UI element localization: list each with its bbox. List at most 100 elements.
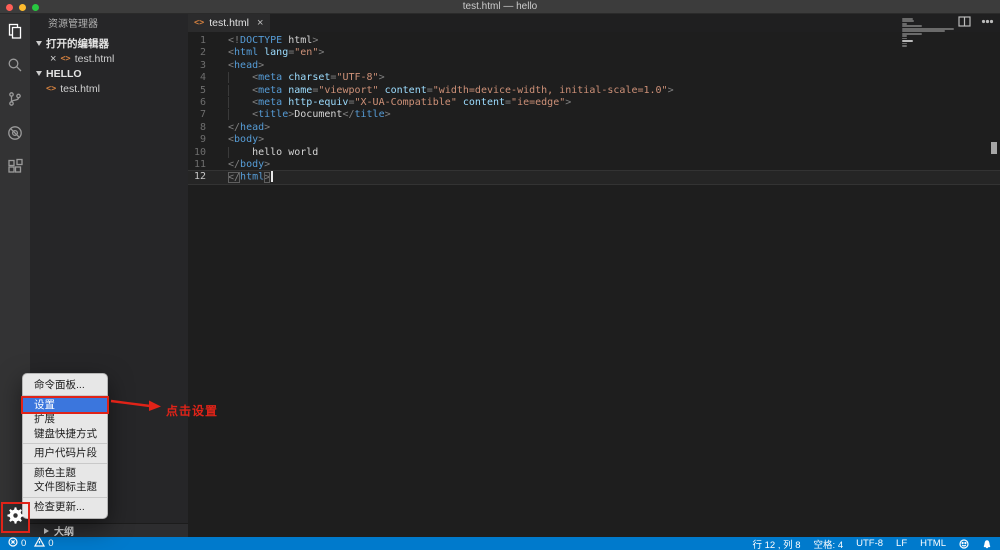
code-line-9[interactable]: 9<body> [188, 134, 1000, 146]
encoding-status[interactable]: UTF-8 [856, 538, 883, 549]
line-number: 8 [188, 122, 215, 134]
chevron-down-icon [36, 41, 42, 46]
line-number: 3 [188, 60, 215, 72]
html-file-icon: <> [194, 18, 204, 28]
indentation-status[interactable]: 空格: 4 [814, 537, 844, 550]
chevron-right-icon [44, 528, 49, 534]
code-line-10[interactable]: 10 hello world [188, 147, 1000, 159]
code-line-6[interactable]: 6 <meta http-equiv="X-UA-Compatible" con… [188, 97, 1000, 109]
code-line-5[interactable]: 5 <meta name="viewport" content="width=d… [188, 85, 1000, 97]
line-number: 5 [188, 85, 215, 97]
tab-label: test.html [209, 17, 249, 29]
code-line-11[interactable]: 11</body> [188, 159, 1000, 171]
code-text: <meta charset="UTF-8"> [215, 72, 385, 84]
code-line-7[interactable]: 7 <title>Document</title> [188, 109, 1000, 121]
code-line-1[interactable]: 1<!DOCTYPE html> [188, 35, 1000, 47]
settings-gear-annotation-box [3, 504, 28, 531]
menu-item-文件图标主题[interactable]: 文件图标主题 [23, 480, 107, 495]
menu-item-键盘快捷方式[interactable]: 键盘快捷方式 [23, 427, 107, 442]
menu-item-检查更新[interactable]: 检查更新... [23, 500, 107, 515]
overview-ruler-cursor-marker [991, 142, 997, 154]
open-editors-label: 打开的编辑器 [46, 36, 109, 51]
code-text: <html lang="en"> [215, 47, 324, 59]
minimap-line [902, 40, 913, 42]
menu-separator [23, 463, 107, 464]
minimap-line [902, 25, 922, 27]
errors-status[interactable]: 0 [8, 537, 26, 550]
code-text: </head> [215, 122, 270, 134]
code-text: <meta name="viewport" content="width=dev… [215, 85, 674, 97]
split-editor-icon[interactable] [958, 14, 971, 32]
tab-close-icon[interactable]: × [257, 17, 263, 29]
status-bar-left: 0 0 [0, 537, 54, 550]
line-number: 1 [188, 35, 215, 47]
line-number: 2 [188, 47, 215, 59]
close-editor-icon[interactable]: × [50, 53, 56, 65]
file-item-test-html[interactable]: <> test.html [30, 81, 188, 96]
zoom-window-button[interactable] [32, 4, 39, 11]
tab-bar: <> test.html × [188, 14, 1000, 32]
language-mode-status[interactable]: HTML [920, 538, 946, 549]
annotation-arrow [108, 396, 166, 414]
window-controls [6, 0, 39, 14]
minimap-line [902, 28, 954, 30]
error-icon [8, 537, 18, 550]
window-title: test.html — hello [0, 1, 1000, 12]
debug-icon[interactable] [0, 116, 30, 150]
notifications-bell-icon[interactable] [982, 539, 992, 549]
minimap-line [902, 38, 907, 40]
feedback-smiley-icon[interactable] [959, 539, 969, 549]
code-text: hello world [215, 147, 318, 159]
menu-item-颜色主题[interactable]: 颜色主题 [23, 466, 107, 481]
menu-separator [23, 395, 107, 396]
code-text: <meta http-equiv="X-UA-Compatible" conte… [215, 97, 571, 109]
code-line-8[interactable]: 8</head> [188, 122, 1000, 134]
html-file-icon: <> [60, 54, 70, 64]
source-control-icon[interactable] [0, 82, 30, 116]
menu-item-用户代码片段[interactable]: 用户代码片段 [23, 446, 107, 461]
open-editors-section-header[interactable]: 打开的编辑器 [30, 36, 188, 51]
more-actions-icon[interactable] [981, 14, 994, 32]
line-number: 4 [188, 72, 215, 84]
open-editor-item-test-html[interactable]: × <> test.html [30, 51, 188, 66]
settings-context-menu: 命令面板... 设置扩展键盘快捷方式用户代码片段颜色主题文件图标主题检查更新... [22, 373, 108, 519]
code-text: <!DOCTYPE html> [215, 35, 318, 47]
explorer-icon[interactable] [0, 14, 30, 48]
minimize-window-button[interactable] [19, 4, 26, 11]
menu-item-命令面板[interactable]: 命令面板... [23, 378, 107, 393]
minimap-line [902, 33, 922, 35]
code-line-2[interactable]: 2<html lang="en"> [188, 47, 1000, 59]
line-number: 12 [188, 171, 215, 183]
code-editor[interactable]: 1<!DOCTYPE html>2<html lang="en">3<head>… [188, 32, 1000, 537]
line-number: 10 [188, 147, 215, 159]
code-text: <body> [215, 134, 264, 146]
editor-group: <> test.html × 1<!DOCTYPE html>2<html la… [188, 14, 1000, 537]
code-text: </html> [215, 171, 273, 183]
code-text: <title>Document</title> [215, 109, 391, 121]
html-file-icon: <> [46, 84, 56, 94]
search-icon[interactable] [0, 48, 30, 82]
sidebar-title: 资源管理器 [30, 14, 188, 36]
code-line-4[interactable]: 4 <meta charset="UTF-8"> [188, 72, 1000, 84]
minimap-line [902, 18, 913, 20]
menu-item-扩展[interactable]: 扩展 [23, 412, 107, 427]
cursor-position-status[interactable]: 行 12 , 列 8 [752, 537, 800, 550]
settings-gear-icon[interactable] [7, 507, 24, 529]
code-line-3[interactable]: 3<head> [188, 60, 1000, 72]
annotation-text: 点击设置 [166, 402, 218, 419]
minimap[interactable] [902, 18, 954, 48]
outline-section-header[interactable]: 大纲 [30, 523, 188, 537]
close-window-button[interactable] [6, 4, 13, 11]
open-editor-filename: test.html [75, 53, 115, 65]
minimap-line [902, 23, 907, 25]
menu-item-设置[interactable]: 设置 [23, 398, 107, 413]
warning-count: 0 [48, 538, 53, 549]
line-number: 6 [188, 97, 215, 109]
tab-test-html[interactable]: <> test.html × [188, 14, 270, 32]
folder-section-header[interactable]: HELLO [30, 66, 188, 81]
code-line-12[interactable]: 12</html> [188, 171, 1000, 183]
text-cursor [271, 171, 273, 182]
eol-status[interactable]: LF [896, 538, 907, 549]
warnings-status[interactable]: 0 [34, 537, 53, 550]
extensions-icon[interactable] [0, 150, 30, 184]
